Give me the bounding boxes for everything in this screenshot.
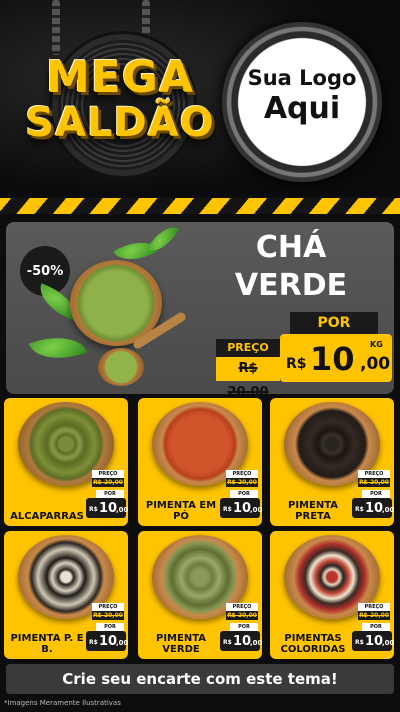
old-price: R$ 20,00 [358, 478, 390, 487]
por-label: POR [230, 490, 258, 498]
price-decimal: ,00 [116, 639, 128, 647]
new-price-tag: R$ 10 ,00 [220, 498, 262, 518]
price-decimal: ,00 [382, 639, 394, 647]
product-card[interactable]: PIMENTA P. E B. PREÇO R$ 20,00 POR R$ 10… [4, 531, 128, 659]
old-price: R$ 20,00 [216, 357, 280, 394]
product-title-line1: CHÁ [255, 230, 327, 265]
price-integer: 10 [99, 501, 118, 516]
product-name: PIMENTA EM PÓ [145, 500, 217, 522]
old-price-value: R$ 20,00 [359, 479, 389, 486]
product-name: ALCAPARRAS [10, 511, 84, 522]
featured-product-panel[interactable]: -50% CHÁ VERDE POR PREÇO R$ 20,00 R$ 10 … [6, 222, 394, 394]
old-price-value: R$ 20,00 [359, 612, 389, 619]
price-integer: 10 [365, 501, 384, 516]
por-label: POR [230, 623, 258, 631]
product-name: PIMENTA PRETA [288, 500, 338, 522]
currency-symbol: R$ [89, 506, 98, 513]
preco-label: PREÇO [226, 603, 258, 611]
product-title-line2: VERDE [234, 268, 348, 303]
promo-title-line1: MEGA [45, 52, 194, 103]
product-name: PIMENTA P. E B. [10, 633, 84, 655]
por-label: POR [290, 312, 378, 334]
promo-title-line2: SALDÃO [25, 100, 215, 146]
logo-text-line1: Sua Logo [247, 66, 357, 90]
price-integer: 10 [233, 634, 252, 649]
new-price-tag: R$ 10 ,00 [352, 498, 394, 518]
currency-symbol: R$ [355, 639, 364, 646]
disclaimer-text: *Imagens Meramente Ilustrativas [4, 699, 121, 707]
product-card[interactable]: PIMENTA EM PÓ PREÇO R$ 20,00 POR R$ 10 ,… [138, 398, 262, 526]
new-price-tag: R$ 10 ,00 [352, 631, 394, 651]
por-label: POR [96, 490, 124, 498]
currency-symbol: R$ [286, 356, 307, 372]
price-decimal: ,00 [382, 506, 394, 514]
old-price: R$ 20,00 [92, 478, 124, 487]
price-integer: 10 [99, 634, 118, 649]
old-price-value: R$ 20,00 [227, 612, 257, 619]
product-card[interactable]: PIMENTAS COLORIDAS PREÇO R$ 20,00 POR R$… [270, 531, 394, 659]
price-decimal: ,00 [116, 506, 128, 514]
new-price-tag: R$ 10 ,00 KG [280, 334, 392, 382]
new-price-tag: R$ 10 ,00 [86, 631, 128, 651]
currency-symbol: R$ [89, 639, 98, 646]
product-card[interactable]: PIMENTA VERDE PREÇO R$ 20,00 POR R$ 10 ,… [138, 531, 262, 659]
product-card[interactable]: PIMENTA PRETA PREÇO R$ 20,00 POR R$ 10 ,… [270, 398, 394, 526]
old-price-value: R$ 20,00 [93, 479, 123, 486]
currency-symbol: R$ [355, 506, 364, 513]
price-integer: 10 [310, 340, 355, 378]
product-name: PIMENTAS COLORIDAS [280, 633, 346, 655]
product-name: PIMENTA VERDE [156, 633, 206, 655]
old-price-value: R$ 20,00 [227, 361, 269, 394]
price-decimal: ,00 [360, 354, 391, 374]
price-decimal: ,00 [250, 639, 262, 647]
old-price: R$ 20,00 [358, 611, 390, 620]
currency-symbol: R$ [223, 506, 232, 513]
tea-leaf-icon [28, 325, 88, 371]
price-integer: 10 [233, 501, 252, 516]
hazard-stripe-divider [0, 195, 400, 217]
product-card[interactable]: ALCAPARRAS PREÇO R$ 20,00 POR R$ 10 ,00 [4, 398, 128, 526]
old-price: R$ 20,00 [226, 478, 258, 487]
old-price: R$ 20,00 [92, 611, 124, 620]
por-label: POR [96, 623, 124, 631]
new-price-tag: R$ 10 ,00 [220, 631, 262, 651]
currency-symbol: R$ [223, 639, 232, 646]
por-label: POR [362, 490, 390, 498]
preco-label: PREÇO [358, 470, 390, 478]
old-price-value: R$ 20,00 [93, 612, 123, 619]
create-flyer-cta[interactable]: Crie seu encarte com este tema! [6, 664, 394, 694]
logo-text-line2: Aqui [263, 91, 341, 126]
price-decimal: ,00 [250, 506, 262, 514]
old-price: R$ 20,00 [226, 611, 258, 620]
header-banner: MEGA SALDÃO Sua Logo Aqui [0, 0, 400, 195]
price-integer: 10 [365, 634, 384, 649]
preco-label: PREÇO [226, 470, 258, 478]
old-price-value: R$ 20,00 [227, 479, 257, 486]
green-tea-spoon-image [98, 348, 144, 386]
preco-label: PREÇO [92, 470, 124, 478]
preco-label: PREÇO [92, 603, 124, 611]
por-label: POR [362, 623, 390, 631]
new-price-tag: R$ 10 ,00 [86, 498, 128, 518]
chain-decoration-icon [52, 0, 60, 55]
preco-label: PREÇO [358, 603, 390, 611]
price-unit: KG [370, 340, 383, 349]
preco-label: PREÇO [216, 339, 280, 357]
